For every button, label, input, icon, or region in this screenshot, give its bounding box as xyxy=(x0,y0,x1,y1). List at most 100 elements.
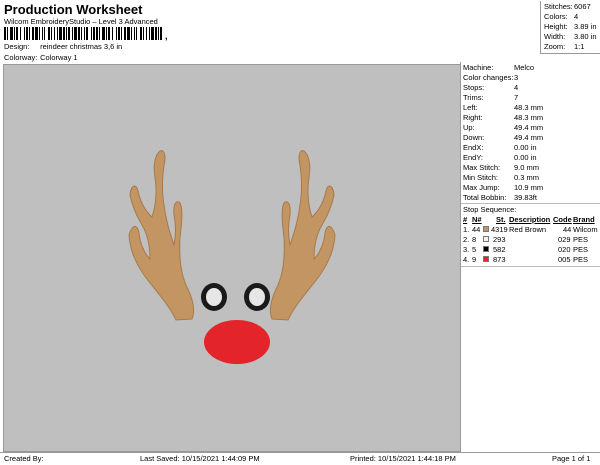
info-value: 39.83ft xyxy=(514,193,537,202)
info-row: Min Stitch: 0.3 mm xyxy=(463,173,539,182)
info-row: Max Jump: 10.9 mm xyxy=(463,183,543,192)
footer-page: Page 1 of 1 xyxy=(552,454,591,463)
table-row: 1. 44 4319 Red Brown 44 Wilcom xyxy=(461,225,600,235)
info-label: EndX: xyxy=(463,143,484,152)
stat-label: Height: xyxy=(544,22,568,31)
left-antler xyxy=(128,150,195,321)
row-n: 8 xyxy=(472,235,477,244)
color-swatch xyxy=(483,256,489,262)
design-preview xyxy=(3,64,461,452)
barcode xyxy=(4,27,162,40)
stats-box: Stitches:6067 Colors: 4 Height: 3.89 in Wi… xyxy=(540,1,600,54)
info-label: EndY: xyxy=(463,153,484,162)
info-row: Max Stitch: 9.0 mm xyxy=(463,163,539,172)
info-row: Stops: 4 xyxy=(463,83,518,92)
info-value: 4 xyxy=(514,83,519,92)
row-brand: PES xyxy=(573,245,589,254)
info-value: 48.3 mm xyxy=(514,103,544,112)
row-st: 4319 xyxy=(491,225,508,234)
row-code: 029 xyxy=(558,235,571,244)
info-value: Melco xyxy=(514,63,535,72)
info-label: Left: xyxy=(463,103,478,112)
stat-value: 6067 xyxy=(574,2,591,11)
info-value: 48.3 mm xyxy=(514,113,544,122)
info-row: Down: 49.4 mm xyxy=(463,133,543,142)
info-label: Total Bobbin: xyxy=(463,193,507,202)
row-num: 1. xyxy=(463,225,470,234)
row-code: 005 xyxy=(558,255,571,264)
row-n: 5 xyxy=(472,245,477,254)
row-st: 293 xyxy=(493,235,506,244)
info-row: Trims: 7 xyxy=(463,93,518,102)
footer: Created By: Last Saved: 10/15/2021 1:44:… xyxy=(0,452,600,465)
left-eye xyxy=(201,283,227,311)
info-label: Color changes: xyxy=(463,73,514,82)
row-desc: Red Brown xyxy=(509,225,547,234)
stop-sequence-header: # N# St. Description Code Brand xyxy=(461,215,600,225)
col-brand: Brand xyxy=(573,215,595,224)
info-label: Trims: xyxy=(463,93,484,102)
info-row: Up: 49.4 mm xyxy=(463,123,543,132)
info-row: EndY: 0.00 in xyxy=(463,153,537,162)
info-value: 9.0 mm xyxy=(514,163,540,172)
row-num: 3. xyxy=(463,245,470,254)
info-value: 0.00 in xyxy=(514,153,537,162)
divider xyxy=(461,203,600,204)
footer-created: Created By: xyxy=(4,454,44,463)
info-label: Down: xyxy=(463,133,485,142)
info-value: 0.3 mm xyxy=(514,173,540,182)
stat-label: Width: xyxy=(544,32,566,41)
stat-value: 3.89 in xyxy=(574,22,597,31)
table-row: 2. 8 293 029 PES xyxy=(461,235,600,245)
info-row: Machine: Melco xyxy=(463,63,534,72)
info-label: Max Jump: xyxy=(463,183,500,192)
design-row: Design: reindeer christmas 3,6 in xyxy=(4,42,122,51)
design-value: reindeer christmas 3,6 in xyxy=(40,42,123,51)
info-label: Up: xyxy=(463,123,475,132)
row-code: 44 xyxy=(563,225,572,234)
stop-sequence-title: Stop Sequence: xyxy=(463,205,517,214)
col-desc: Description xyxy=(509,215,551,224)
row-n: 9 xyxy=(472,255,477,264)
info-row: EndX: 0.00 in xyxy=(463,143,537,152)
info-row: Right: 48.3 mm xyxy=(463,113,543,122)
reindeer-design xyxy=(128,150,336,364)
stat-label: Zoom: xyxy=(544,42,566,51)
worksheet-title: Production Worksheet xyxy=(4,2,143,17)
info-row: Color changes:3 xyxy=(463,73,518,82)
stat-row: Height: 3.89 in xyxy=(544,22,597,31)
col-st: St. xyxy=(496,215,506,224)
info-value: 49.4 mm xyxy=(514,133,544,142)
stat-value: 3.80 in xyxy=(574,32,597,41)
row-n: 44 xyxy=(472,225,481,234)
stat-label: Stitches: xyxy=(544,2,573,11)
stat-label: Colors: xyxy=(544,12,568,21)
machine-info-panel: Machine: Melco Color changes:3 Stops: 4 Tr… xyxy=(460,62,600,452)
info-label: Stops: xyxy=(463,83,485,92)
stat-row: Zoom: 1:1 xyxy=(544,42,584,51)
red-nose xyxy=(204,320,270,364)
stat-value: 1:1 xyxy=(574,42,585,51)
colorway-value: Colorway 1 xyxy=(40,53,78,62)
stat-row: Colors: 4 xyxy=(544,12,578,21)
row-brand: PES xyxy=(573,255,589,264)
table-row: 4. 9 873 005 PES xyxy=(461,255,600,265)
barcode-comma: , xyxy=(165,31,168,41)
right-antler xyxy=(269,150,336,321)
colorway-row: Colorway: Colorway 1 xyxy=(4,53,78,62)
stat-row: Stitches:6067 xyxy=(544,2,591,11)
color-swatch xyxy=(483,226,489,232)
row-num: 2. xyxy=(463,235,470,244)
info-value: 7 xyxy=(514,93,519,102)
design-label: Design: xyxy=(4,42,30,51)
worksheet-subtitle: Wilcom EmbroideryStudio – Level 3 Advanc… xyxy=(4,17,158,26)
row-brand: Wilcom xyxy=(573,225,598,234)
color-swatch xyxy=(483,246,489,252)
info-label: Right: xyxy=(463,113,483,122)
color-swatch xyxy=(483,236,489,242)
footer-printed: Printed: 10/15/2021 1:44:18 PM xyxy=(350,454,456,463)
footer-saved: Last Saved: 10/15/2021 1:44:09 PM xyxy=(140,454,260,463)
info-value: 49.4 mm xyxy=(514,123,544,132)
info-value: 10.9 mm xyxy=(514,183,544,192)
col-code: Code xyxy=(553,215,572,224)
